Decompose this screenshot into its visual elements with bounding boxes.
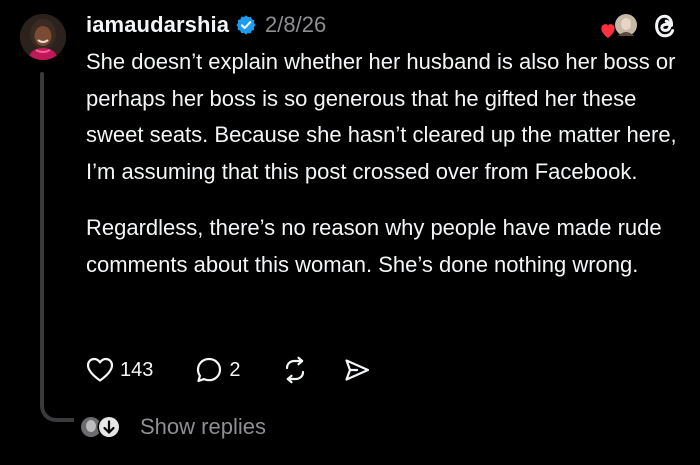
comment-bubble-icon [195, 356, 223, 384]
like-button[interactable]: 143 [86, 357, 153, 383]
post-paragraph: She doesn’t explain whether her husband … [86, 49, 677, 184]
verified-badge-icon [235, 14, 257, 36]
comment-button[interactable]: 2 [195, 356, 241, 384]
author-avatar[interactable] [20, 14, 66, 60]
post-timestamp: 2/8/26 [265, 12, 327, 37]
show-replies-link[interactable]: Show replies [140, 414, 266, 440]
liked-by-heart-icon [598, 12, 640, 40]
share-button[interactable] [343, 356, 371, 384]
like-count: 143 [120, 358, 154, 381]
share-icon [343, 356, 371, 384]
thread-line [40, 72, 44, 392]
action-bar: 143 2 [86, 354, 371, 386]
replies-row: Show replies [80, 410, 266, 444]
repost-button[interactable] [281, 356, 309, 384]
threads-logo-icon[interactable] [651, 11, 679, 41]
post-body: She doesn’t explain whether her husband … [86, 44, 686, 283]
post-header: iamaudarshia 2/8/26 [86, 9, 326, 41]
post-paragraph: Regardless, there’s no reason why people… [86, 215, 662, 277]
heart-icon [86, 357, 114, 383]
reply-avatars[interactable] [80, 414, 124, 440]
comment-count: 2 [229, 358, 241, 381]
repost-icon [281, 356, 309, 384]
thread-line-curve [40, 380, 74, 422]
username[interactable]: iamaudarshia [86, 12, 229, 38]
